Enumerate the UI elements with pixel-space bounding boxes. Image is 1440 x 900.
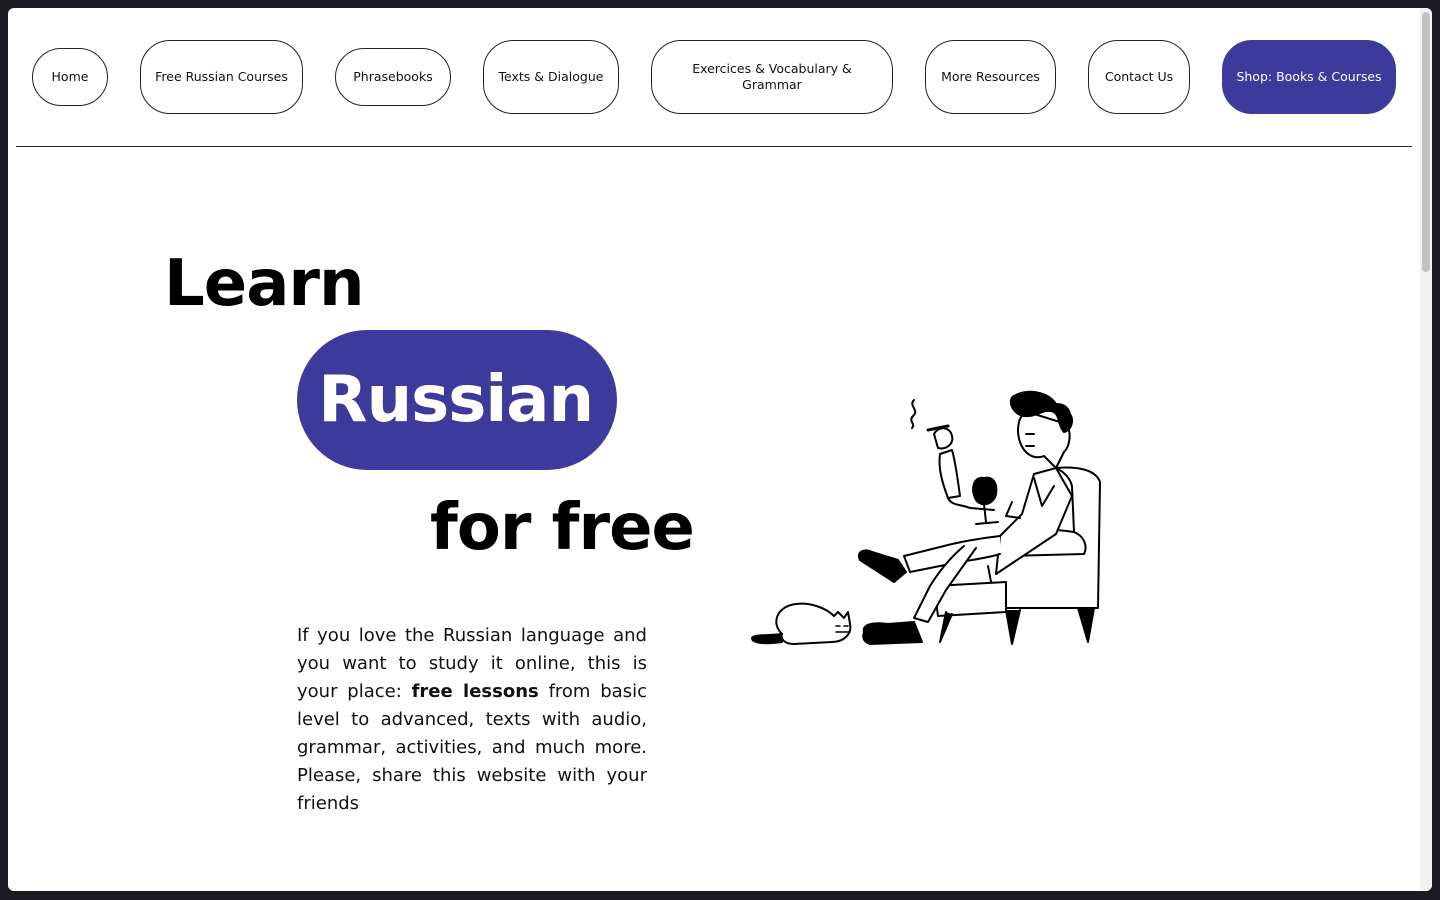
- nav-exercises-vocabulary-grammar-button[interactable]: Exercices & Vocabulary & Grammar: [651, 40, 893, 114]
- nav-home-button[interactable]: Home: [32, 48, 108, 106]
- hero-title-russian: Russian: [318, 363, 594, 437]
- nav-contact-us-button[interactable]: Contact Us: [1088, 40, 1190, 114]
- hero-title-learn: Learn: [164, 247, 364, 321]
- nav-shop-books-courses-button[interactable]: Shop: Books & Courses: [1222, 40, 1396, 114]
- page: Home Free Russian Courses Phrasebooks Te…: [8, 8, 1432, 891]
- intro-bold-free-lessons: free lessons: [411, 681, 539, 702]
- scrollbar-thumb[interactable]: [1422, 12, 1430, 272]
- header-divider: [16, 146, 1412, 147]
- hero-title-for-free: for free: [430, 491, 695, 565]
- vertical-scrollbar[interactable]: [1420, 8, 1432, 891]
- man-in-armchair-with-cat-illustration: [751, 390, 1101, 645]
- nav-more-resources-button[interactable]: More Resources: [925, 40, 1056, 114]
- nav-texts-dialogue-button[interactable]: Texts & Dialogue: [483, 40, 619, 114]
- nav-free-russian-courses-button[interactable]: Free Russian Courses: [140, 40, 303, 114]
- hero-russian-pill: Russian: [297, 330, 617, 470]
- intro-paragraph: If you love the Russian language and you…: [297, 622, 647, 818]
- smoke-wisp-icon: [910, 399, 917, 429]
- top-navigation: Home Free Russian Courses Phrasebooks Te…: [8, 8, 1420, 147]
- nav-phrasebooks-button[interactable]: Phrasebooks: [335, 48, 451, 106]
